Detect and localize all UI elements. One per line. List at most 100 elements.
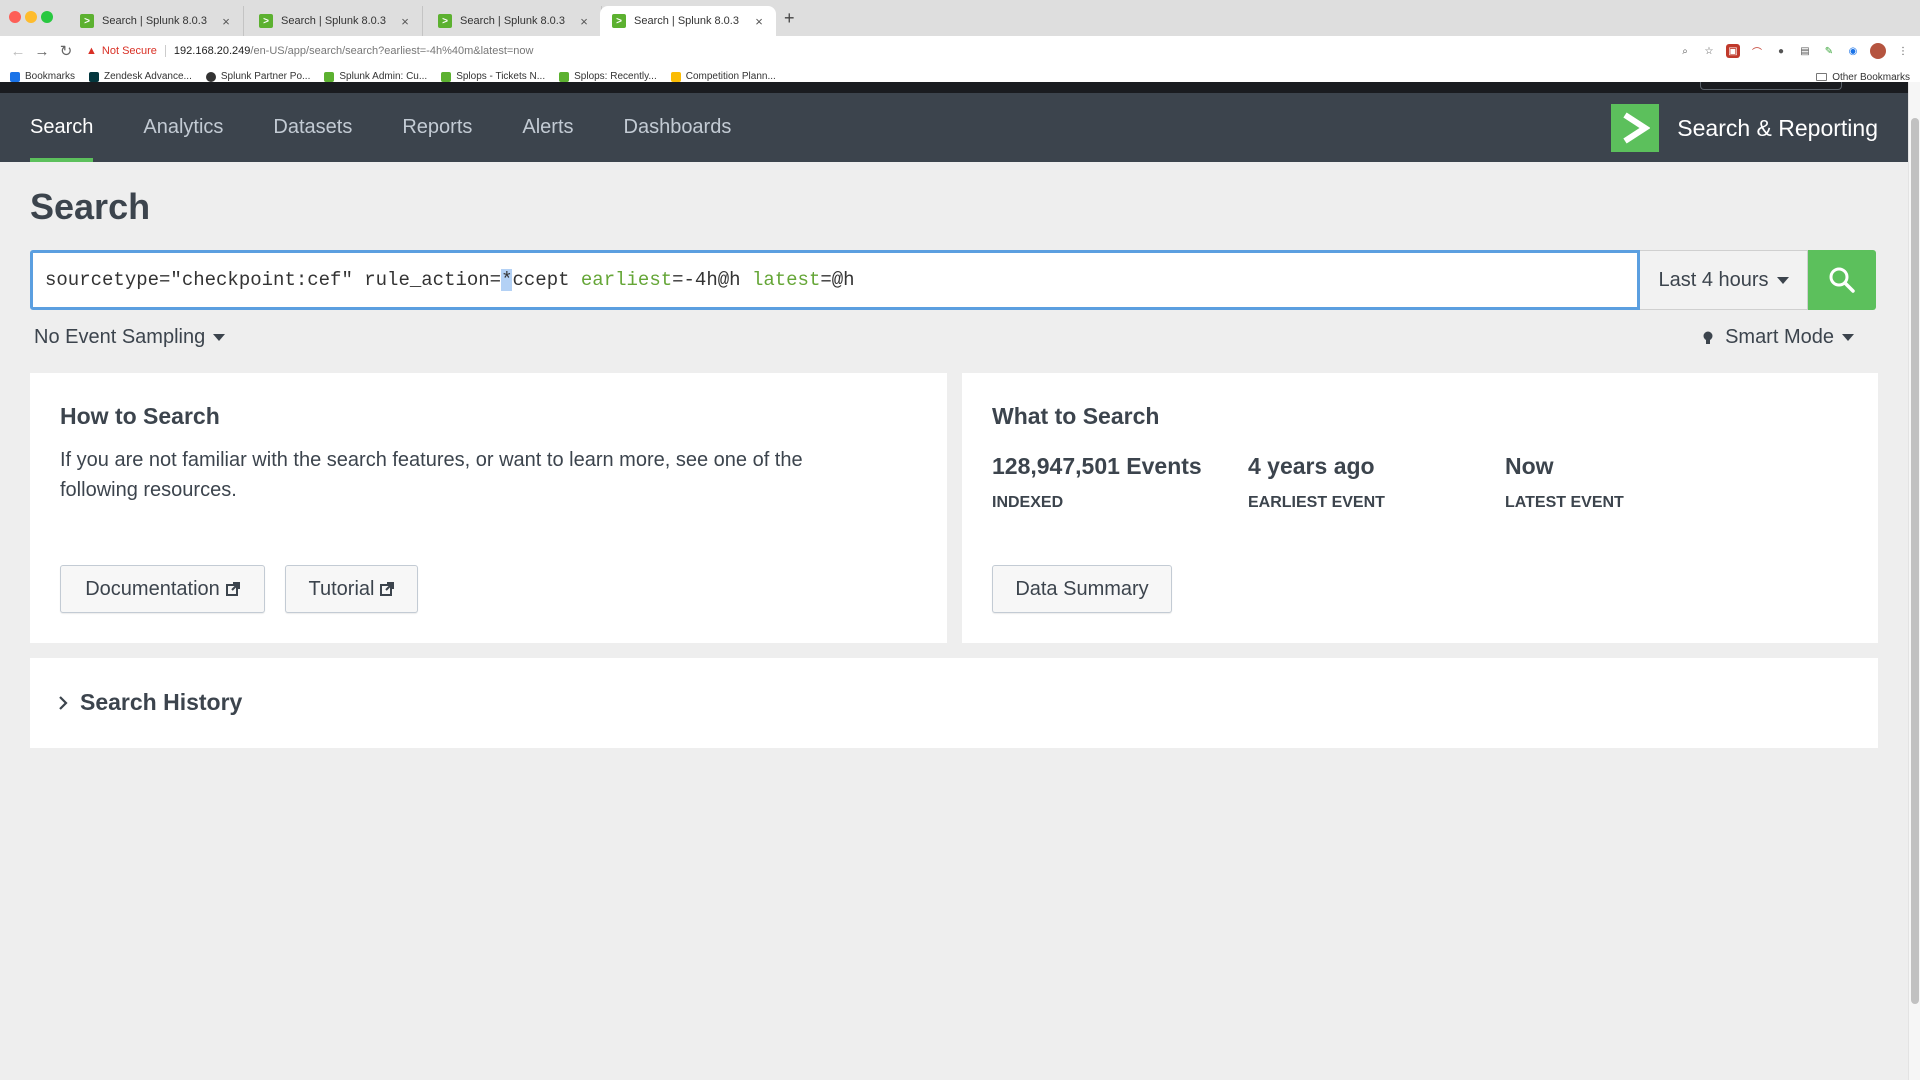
bookmark-item[interactable]: Splunk Admin: Cu...: [324, 71, 427, 82]
external-link-icon: [380, 582, 395, 596]
bookmark-item[interactable]: Splunk Partner Po...: [205, 71, 311, 82]
panel-description: If you are not familiar with the search …: [60, 449, 803, 501]
query-keyword: latest: [751, 269, 821, 291]
browser-tab-active[interactable]: > Search | Splunk 8.0.3 ×: [600, 6, 776, 36]
search-mode-dropdown[interactable]: Smart Mode: [1703, 326, 1854, 349]
nav-reports[interactable]: Reports: [402, 93, 472, 162]
lightbulb-icon: [1703, 331, 1713, 344]
bookmark-item[interactable]: Splops - Tickets N...: [441, 71, 545, 82]
url-field[interactable]: ▲ Not Secure 192.168.20.249 /en-US/app/s…: [86, 40, 1696, 62]
bookmark-star-icon[interactable]: ☆: [1702, 44, 1716, 58]
stat-value: 128,947,501 Events: [992, 453, 1202, 479]
splunk-favicon-icon: >: [438, 14, 452, 28]
stat-label: INDEXED: [992, 494, 1064, 511]
nav-dashboards[interactable]: Dashboards: [624, 93, 732, 162]
minimize-window-button[interactable]: [25, 11, 37, 23]
zendesk-icon: [89, 71, 100, 82]
search-button[interactable]: [1808, 250, 1876, 310]
browser-tab[interactable]: > Search | Splunk 8.0.3 ×: [426, 6, 602, 36]
extension-icon[interactable]: ✎: [1822, 44, 1836, 58]
search-history-panel: Search History: [30, 658, 1878, 748]
browser-tab[interactable]: > Search | Splunk 8.0.3 ×: [68, 6, 244, 36]
header-control[interactable]: [1700, 82, 1842, 90]
time-range-picker[interactable]: Last 4 hours: [1640, 250, 1808, 310]
bookmark-label: Zendesk Advance...: [104, 71, 192, 82]
bookmark-label: Splops - Tickets N...: [456, 71, 546, 82]
caret-down-icon: [1842, 334, 1854, 341]
forward-icon[interactable]: →: [30, 43, 54, 60]
extension-icon[interactable]: ▤: [1798, 44, 1812, 58]
search-history-toggle[interactable]: Search History: [58, 689, 242, 716]
browser-tab[interactable]: > Search | Splunk 8.0.3 ×: [247, 6, 423, 36]
bookmark-label: Splunk Admin: Cu...: [339, 71, 428, 82]
close-window-button[interactable]: [9, 11, 21, 23]
new-tab-button[interactable]: +: [784, 8, 795, 29]
star-icon: [10, 71, 20, 82]
event-sampling-label: No Event Sampling: [34, 326, 206, 348]
stat-value: Now: [1505, 453, 1554, 479]
reload-icon[interactable]: ↻: [54, 42, 78, 60]
bookmark-label: Splunk Partner Po...: [220, 71, 311, 82]
app-nav: Search Analytics Datasets Reports Alerts…: [30, 93, 781, 162]
close-icon[interactable]: ×: [577, 14, 591, 29]
search-icon: [1829, 267, 1855, 293]
nav-analytics[interactable]: Analytics: [143, 93, 223, 162]
nav-search[interactable]: Search: [30, 93, 94, 162]
extension-icon[interactable]: ⌒: [1750, 44, 1764, 59]
scrollbar-thumb[interactable]: [1911, 118, 1919, 1004]
browser-menu-icon[interactable]: ⋮: [1896, 44, 1910, 58]
bookmark-label: Bookmarks: [25, 71, 76, 82]
divider: [164, 45, 166, 57]
button-label: Tutorial: [308, 577, 375, 600]
chevron-right-icon: [59, 695, 68, 710]
tab-title: Search | Splunk 8.0.3: [460, 15, 565, 27]
extension-icon[interactable]: ◉: [1846, 44, 1860, 58]
security-label: Not Secure: [101, 45, 157, 57]
close-icon[interactable]: ×: [219, 14, 233, 29]
zoom-window-button[interactable]: [41, 11, 53, 23]
bookmark-item[interactable]: Bookmarks: [10, 71, 75, 82]
query-keyword: earliest: [580, 269, 673, 291]
splunk-header-strip: [0, 82, 1908, 93]
page-scrollbar[interactable]: [1908, 82, 1920, 1080]
app-brand[interactable]: Search & Reporting: [1611, 104, 1878, 152]
nav-datasets[interactable]: Datasets: [273, 93, 352, 162]
stat-label: LATEST EVENT: [1505, 494, 1624, 511]
query-text: =@h: [820, 269, 855, 291]
search-bar: sourcetype="checkpoint:cef" rule_action=…: [30, 250, 1878, 310]
extension-icon[interactable]: ▣: [1726, 44, 1740, 58]
profile-avatar[interactable]: [1870, 43, 1886, 59]
query-selected-text: *: [501, 269, 513, 291]
documentation-button[interactable]: Documentation: [60, 565, 265, 613]
zoom-icon[interactable]: ⌕: [1678, 44, 1692, 58]
bookmark-label: Other Bookmarks: [1832, 71, 1910, 83]
bookmark-item[interactable]: Zendesk Advance...: [89, 71, 192, 82]
stat-indexed: 128,947,501 Events INDEXED: [992, 453, 1202, 512]
splunk-icon: [324, 71, 335, 82]
app-title: Search & Reporting: [1677, 114, 1878, 141]
search-options-row: No Event Sampling Smart Mode: [34, 326, 1874, 356]
search-query-input[interactable]: sourcetype="checkpoint:cef" rule_action=…: [30, 250, 1640, 310]
external-link-icon: [225, 582, 240, 596]
caret-down-icon: [213, 334, 226, 341]
panel-title: What to Search: [992, 403, 1160, 429]
splunk-app-bar: Search Analytics Datasets Reports Alerts…: [0, 82, 1908, 162]
button-label: Documentation: [85, 577, 220, 600]
extension-icon[interactable]: ●: [1774, 44, 1788, 58]
bookmark-item[interactable]: Competition Plann...: [670, 71, 776, 82]
tutorial-button[interactable]: Tutorial: [285, 565, 418, 613]
splunk-icon: [559, 71, 570, 82]
query-text: ccept: [512, 269, 581, 291]
time-range-label: Last 4 hours: [1658, 268, 1769, 291]
close-icon[interactable]: ×: [398, 14, 412, 29]
event-sampling-dropdown[interactable]: No Event Sampling: [34, 326, 226, 349]
nav-alerts[interactable]: Alerts: [522, 93, 573, 162]
bookmark-item[interactable]: Splops: Recently...: [559, 71, 657, 82]
splunk-favicon-icon: >: [80, 14, 94, 28]
data-summary-button[interactable]: Data Summary: [992, 565, 1172, 613]
folder-icon: [1816, 73, 1828, 81]
back-icon[interactable]: ←: [6, 43, 30, 60]
browser-toolbar-icons: ⌕ ☆ ▣ ⌒ ● ▤ ✎ ◉ ⋮: [1678, 36, 1920, 66]
splunk-icon: [441, 71, 452, 82]
close-icon[interactable]: ×: [752, 14, 766, 29]
